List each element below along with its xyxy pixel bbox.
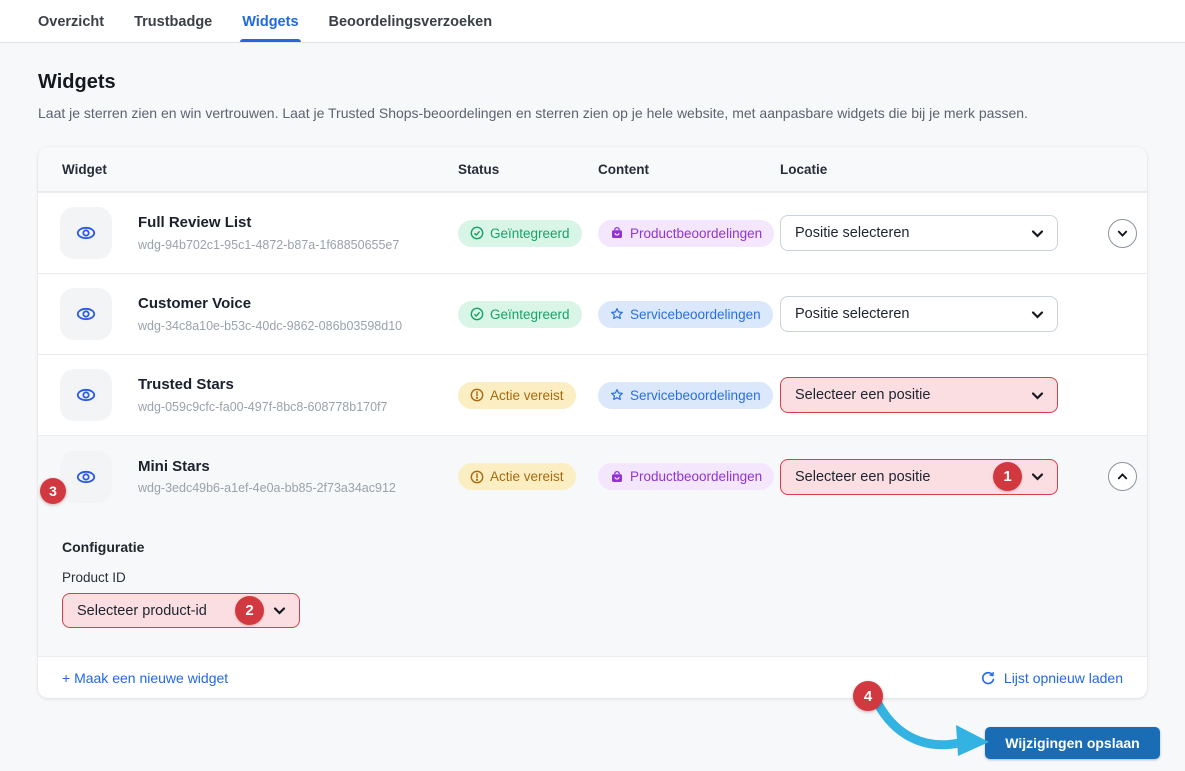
preview-button[interactable] [60, 369, 112, 421]
create-widget-link[interactable]: + Maak een nieuwe widget [62, 670, 228, 686]
preview-button[interactable] [60, 451, 112, 503]
widget-id: wdg-059c9cfc-fa00-497f-8bc8-608778b170f7 [138, 400, 387, 414]
check-circle-icon [470, 307, 484, 321]
preview-button[interactable] [60, 288, 112, 340]
content-badge: Productbeoordelingen [598, 463, 774, 490]
eye-icon [74, 302, 98, 326]
preview-button[interactable] [60, 207, 112, 259]
annotation-badge-1: 1 [993, 462, 1022, 491]
product-id-select[interactable]: Selecteer product-id 2 [62, 593, 300, 628]
save-changes-button[interactable]: Wijzigingen opslaan [985, 727, 1160, 759]
main-content: Widgets Laat je sterren zien en win vert… [0, 71, 1185, 698]
table-header: Widget Status Content Locatie [38, 147, 1147, 192]
status-badge: Actie vereist [458, 382, 576, 409]
status-badge: Geïntegreerd [458, 301, 582, 328]
expanded-row-block: 3 Mini Stars wdg-3edc49b6-a1ef-4e0a-bb85… [38, 435, 1147, 656]
configuration-heading: Configuratie [62, 539, 1123, 555]
tab-trustbadge[interactable]: Trustbadge [134, 0, 212, 42]
column-header-content: Content [598, 162, 780, 177]
widget-name: Customer Voice [138, 295, 402, 314]
widget-name: Full Review List [138, 214, 399, 233]
widget-name: Mini Stars [138, 458, 396, 477]
widget-id: wdg-94b702c1-95c1-4872-b87a-1f68850655e7 [138, 238, 399, 252]
collapse-row-button[interactable] [1108, 462, 1137, 491]
widget-id: wdg-3edc49b6-a1ef-4e0a-bb85-2f73a34ac912 [138, 481, 396, 495]
widget-name: Trusted Stars [138, 376, 387, 395]
chevron-down-icon [1030, 226, 1045, 241]
column-header-locatie: Locatie [780, 162, 1108, 177]
status-badge: Actie vereist [458, 463, 576, 490]
star-icon [610, 388, 624, 402]
warning-circle-icon [470, 388, 484, 402]
annotation-badge-4: 4 [853, 681, 883, 711]
expand-row-button[interactable] [1108, 219, 1137, 248]
eye-icon [74, 383, 98, 407]
column-header-status: Status [458, 162, 598, 177]
chevron-down-icon [1116, 227, 1129, 240]
product-reviews-icon [610, 470, 624, 484]
tab-overzicht[interactable]: Overzicht [38, 0, 104, 42]
chevron-up-icon [1116, 470, 1129, 483]
check-circle-icon [470, 226, 484, 240]
content-badge: Servicebeoordelingen [598, 301, 773, 328]
chevron-down-icon [1030, 307, 1045, 322]
card-footer: + Maak een nieuwe widget Lijst opnieuw l… [38, 656, 1147, 698]
widget-id: wdg-34c8a10e-b53c-40dc-9862-086b03598d10 [138, 319, 402, 333]
content-badge: Servicebeoordelingen [598, 382, 773, 409]
widgets-card: Widget Status Content Locatie Full Revie… [38, 147, 1147, 698]
chevron-down-icon [272, 603, 287, 618]
chevron-down-icon [1030, 388, 1045, 403]
tab-beoordelingsverzoeken[interactable]: Beoordelingsverzoeken [329, 0, 493, 42]
tab-widgets[interactable]: Widgets [242, 0, 298, 42]
position-select[interactable]: Positie selecteren [780, 296, 1058, 332]
annotation-badge-2: 2 [235, 596, 264, 625]
refresh-icon [980, 670, 996, 686]
table-row: 3 Mini Stars wdg-3edc49b6-a1ef-4e0a-bb85… [38, 436, 1147, 517]
chevron-down-icon [1030, 469, 1045, 484]
page-title: Widgets [38, 71, 1147, 94]
table-row: Full Review List wdg-94b702c1-95c1-4872-… [38, 192, 1147, 273]
reload-list-link[interactable]: Lijst opnieuw laden [980, 670, 1123, 686]
widget-configuration: Configuratie Product ID Selecteer produc… [38, 517, 1147, 656]
warning-circle-icon [470, 470, 484, 484]
position-select[interactable]: Positie selecteren [780, 215, 1058, 251]
product-reviews-icon [610, 226, 624, 240]
status-badge: Geïntegreerd [458, 220, 582, 247]
annotation-badge-3: 3 [40, 478, 66, 504]
product-id-label: Product ID [62, 570, 1123, 585]
eye-icon [74, 465, 98, 489]
star-icon [610, 307, 624, 321]
eye-icon [74, 221, 98, 245]
tab-bar: Overzicht Trustbadge Widgets Beoordeling… [0, 0, 1185, 43]
position-select-error[interactable]: Selecteer een positie 1 [780, 459, 1058, 495]
position-select-error[interactable]: Selecteer een positie [780, 377, 1058, 413]
table-row: Customer Voice wdg-34c8a10e-b53c-40dc-98… [38, 273, 1147, 354]
column-header-widget: Widget [38, 162, 458, 177]
content-badge: Productbeoordelingen [598, 220, 774, 247]
table-row: Trusted Stars wdg-059c9cfc-fa00-497f-8bc… [38, 354, 1147, 435]
page-subtitle: Laat je sterren zien en win vertrouwen. … [38, 105, 1147, 121]
